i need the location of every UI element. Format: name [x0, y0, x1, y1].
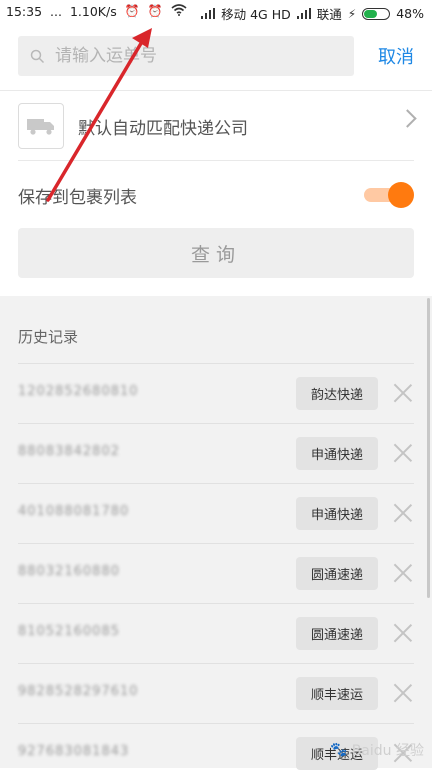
- company-tag: 顺丰速运: [296, 677, 378, 710]
- delete-icon[interactable]: [392, 381, 414, 403]
- alarm-off-icon: ⏰: [124, 4, 140, 18]
- cancel-button[interactable]: 取消: [378, 43, 414, 69]
- tracking-number: 927683081843: [18, 744, 130, 759]
- history-title: 历史记录: [18, 328, 79, 346]
- signal-icon-2: [296, 8, 311, 19]
- battery-icon: [362, 7, 391, 20]
- history-item[interactable]: 88083842802 申通快递: [18, 423, 414, 484]
- status-bar: 15:35 ... 1.10K/s ⏰ ⏰ 移动 4G HD 联通 ⚡ 48%: [0, 0, 432, 26]
- history-panel: 历史记录 1202852680810 韵达快递 88083842802 申通快递…: [0, 296, 432, 770]
- tracking-number: 1202852680810: [18, 384, 139, 399]
- tracking-number: 81052160085: [18, 624, 120, 639]
- save-to-list-toggle[interactable]: [364, 182, 414, 208]
- tracking-number: 9828528297610: [18, 684, 139, 699]
- paw-icon: 🐾: [330, 742, 348, 758]
- truck-icon: [18, 103, 64, 149]
- carrier1-label: 移动 4G HD: [221, 7, 291, 22]
- company-tag: 申通快递: [296, 497, 378, 530]
- battery-percent: 48%: [396, 6, 424, 21]
- divider: [0, 90, 432, 91]
- watermark-text: Baidu 经验: [351, 743, 424, 759]
- delete-icon[interactable]: [392, 441, 414, 463]
- baidu-watermark: 🐾 Baidu 经验: [330, 740, 424, 760]
- courier-company-selector[interactable]: 默认自动匹配快递公司: [18, 98, 417, 154]
- carrier2-label: 联通: [316, 7, 342, 22]
- history-item[interactable]: 1202852680810 韵达快递: [18, 363, 414, 424]
- delete-icon[interactable]: [392, 501, 414, 523]
- search-icon: [30, 49, 45, 64]
- divider: [18, 160, 414, 161]
- tracking-number: 88083842802: [18, 444, 120, 459]
- company-tag: 圆通速递: [296, 617, 378, 650]
- history-item[interactable]: 9828528297610 顺丰速运: [18, 663, 414, 724]
- tracking-number: 401088081780: [18, 504, 130, 519]
- company-tag: 申通快递: [296, 437, 378, 470]
- company-tag: 韵达快递: [296, 377, 378, 410]
- delete-icon[interactable]: [392, 621, 414, 643]
- tracking-number: 88032160880: [18, 564, 120, 579]
- company-tag: 圆通速递: [296, 557, 378, 590]
- tracking-number-input[interactable]: [53, 45, 337, 67]
- history-item[interactable]: 81052160085 圆通速递: [18, 603, 414, 664]
- courier-company-label: 默认自动匹配快递公司: [78, 118, 248, 139]
- wifi-icon: [171, 4, 187, 19]
- history-item[interactable]: 401088081780 申通快递: [18, 483, 414, 544]
- search-box[interactable]: [18, 36, 354, 76]
- alarm-icon: ⏰: [147, 4, 163, 18]
- status-dots: ...: [50, 4, 62, 19]
- chevron-right-icon: [398, 109, 417, 128]
- scrollbar[interactable]: [427, 298, 430, 598]
- save-to-list-row: 保存到包裹列表: [18, 180, 414, 210]
- signal-icon: [201, 8, 216, 19]
- search-row: 取消: [18, 36, 414, 76]
- delete-icon[interactable]: [392, 681, 414, 703]
- save-to-list-label: 保存到包裹列表: [18, 187, 137, 208]
- status-speed: 1.10K/s: [69, 4, 117, 19]
- charging-icon: ⚡: [347, 6, 357, 21]
- history-item[interactable]: 88032160880 圆通速递: [18, 543, 414, 604]
- status-time: 15:35: [6, 4, 43, 19]
- delete-icon[interactable]: [392, 561, 414, 583]
- query-button[interactable]: 查询: [18, 228, 414, 278]
